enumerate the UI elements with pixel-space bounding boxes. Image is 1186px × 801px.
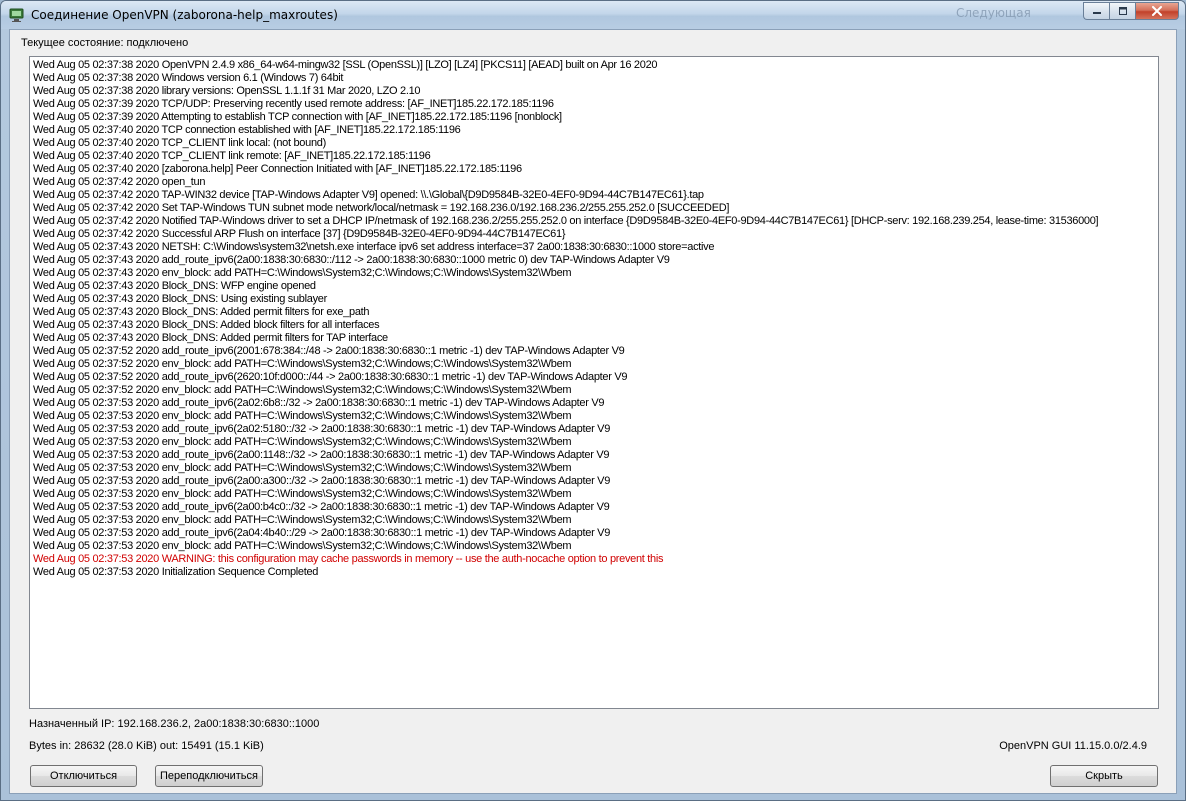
- openvpn-app-icon: [9, 8, 24, 22]
- version-label: OpenVPN GUI 11.15.0.0/2.4.9: [999, 740, 1147, 752]
- minimize-icon: [1092, 12, 1101, 14]
- close-icon: [1152, 6, 1162, 16]
- log-line: Wed Aug 05 02:37:53 2020 add_route_ipv6(…: [33, 527, 611, 539]
- log-line: Wed Aug 05 02:37:42 2020 TAP-WIN32 devic…: [33, 189, 704, 201]
- log-line: Wed Aug 05 02:37:43 2020 NETSH: C:\Windo…: [33, 241, 715, 253]
- log-line: Wed Aug 05 02:37:40 2020 [zaborona.help]…: [33, 163, 522, 175]
- window-controls: [1083, 2, 1179, 20]
- log-line: Wed Aug 05 02:37:40 2020 TCP connection …: [33, 124, 461, 136]
- log-line: Wed Aug 05 02:37:43 2020 env_block: add …: [33, 267, 572, 279]
- log-line: Wed Aug 05 02:37:43 2020 Block_DNS: Adde…: [33, 306, 370, 318]
- log-line-warning: Wed Aug 05 02:37:53 2020 WARNING: this c…: [33, 553, 664, 565]
- title-bar[interactable]: Соединение OpenVPN (zaborona-help_maxrou…: [1, 1, 1185, 29]
- log-line: Wed Aug 05 02:37:52 2020 add_route_ipv6(…: [33, 371, 628, 383]
- log-line: Wed Aug 05 02:37:53 2020 Initialization …: [33, 566, 319, 578]
- log-line: Wed Aug 05 02:37:43 2020 Block_DNS: WFP …: [33, 280, 316, 292]
- connection-status-label: Текущее состояние: подключено: [21, 37, 189, 49]
- log-line: Wed Aug 05 02:37:39 2020 TCP/UDP: Preser…: [33, 98, 554, 110]
- log-line: Wed Aug 05 02:37:38 2020 library version…: [33, 85, 421, 97]
- log-line: Wed Aug 05 02:37:43 2020 Block_DNS: Adde…: [33, 319, 380, 331]
- close-button[interactable]: [1135, 2, 1179, 20]
- log-line: Wed Aug 05 02:37:53 2020 env_block: add …: [33, 462, 572, 474]
- log-line: Wed Aug 05 02:37:53 2020 add_route_ipv6(…: [33, 397, 605, 409]
- log-line: Wed Aug 05 02:37:53 2020 add_route_ipv6(…: [33, 423, 611, 435]
- log-line: Wed Aug 05 02:37:43 2020 add_route_ipv6(…: [33, 254, 670, 266]
- reconnect-button[interactable]: Переподключиться: [155, 765, 263, 787]
- hide-button[interactable]: Скрыть: [1050, 765, 1158, 787]
- log-line: Wed Aug 05 02:37:43 2020 Block_DNS: Usin…: [33, 293, 327, 305]
- log-line: Wed Aug 05 02:37:53 2020 env_block: add …: [33, 514, 572, 526]
- background-window-text: Следующая: [956, 6, 1031, 20]
- log-textbox[interactable]: Wed Aug 05 02:37:38 2020 OpenVPN 2.4.9 x…: [29, 56, 1159, 709]
- log-line: Wed Aug 05 02:37:40 2020 TCP_CLIENT link…: [33, 137, 326, 149]
- log-line: Wed Aug 05 02:37:53 2020 env_block: add …: [33, 436, 572, 448]
- log-line: Wed Aug 05 02:37:42 2020 Set TAP-Windows…: [33, 202, 730, 214]
- log-line: Wed Aug 05 02:37:53 2020 add_route_ipv6(…: [33, 501, 610, 513]
- bytes-counter-label: Bytes in: 28632 (28.0 KiB) out: 15491 (1…: [29, 740, 264, 752]
- log-line: Wed Aug 05 02:37:43 2020 Block_DNS: Adde…: [33, 332, 388, 344]
- disconnect-button[interactable]: Отключиться: [30, 765, 137, 787]
- window-title: Соединение OpenVPN (zaborona-help_maxrou…: [31, 8, 338, 22]
- log-line: Wed Aug 05 02:37:52 2020 env_block: add …: [33, 358, 572, 370]
- log-line: Wed Aug 05 02:37:53 2020 add_route_ipv6(…: [33, 475, 611, 487]
- log-line: Wed Aug 05 02:37:42 2020 Successful ARP …: [33, 228, 566, 240]
- assigned-ip-label: Назначенный IP: 192.168.236.2, 2a00:1838…: [29, 718, 320, 730]
- minimize-button[interactable]: [1083, 2, 1109, 20]
- log-line: Wed Aug 05 02:37:53 2020 add_route_ipv6(…: [33, 449, 610, 461]
- log-line: Wed Aug 05 02:37:38 2020 Windows version…: [33, 72, 344, 84]
- log-line: Wed Aug 05 02:37:53 2020 env_block: add …: [33, 488, 572, 500]
- log-line: Wed Aug 05 02:37:38 2020 OpenVPN 2.4.9 x…: [33, 59, 658, 71]
- log-line: Wed Aug 05 02:37:52 2020 env_block: add …: [33, 384, 572, 396]
- maximize-button[interactable]: [1109, 2, 1135, 20]
- maximize-icon: [1118, 7, 1127, 15]
- log-line: Wed Aug 05 02:37:42 2020 Notified TAP-Wi…: [33, 215, 1099, 227]
- log-line: Wed Aug 05 02:37:52 2020 add_route_ipv6(…: [33, 345, 625, 357]
- openvpn-connection-window: Соединение OpenVPN (zaborona-help_maxrou…: [0, 0, 1186, 801]
- log-line: Wed Aug 05 02:37:40 2020 TCP_CLIENT link…: [33, 150, 431, 162]
- log-line: Wed Aug 05 02:37:53 2020 env_block: add …: [33, 410, 572, 422]
- log-line: Wed Aug 05 02:37:39 2020 Attempting to e…: [33, 111, 562, 123]
- log-line: Wed Aug 05 02:37:42 2020 open_tun: [33, 176, 206, 188]
- log-line: Wed Aug 05 02:37:53 2020 env_block: add …: [33, 540, 572, 552]
